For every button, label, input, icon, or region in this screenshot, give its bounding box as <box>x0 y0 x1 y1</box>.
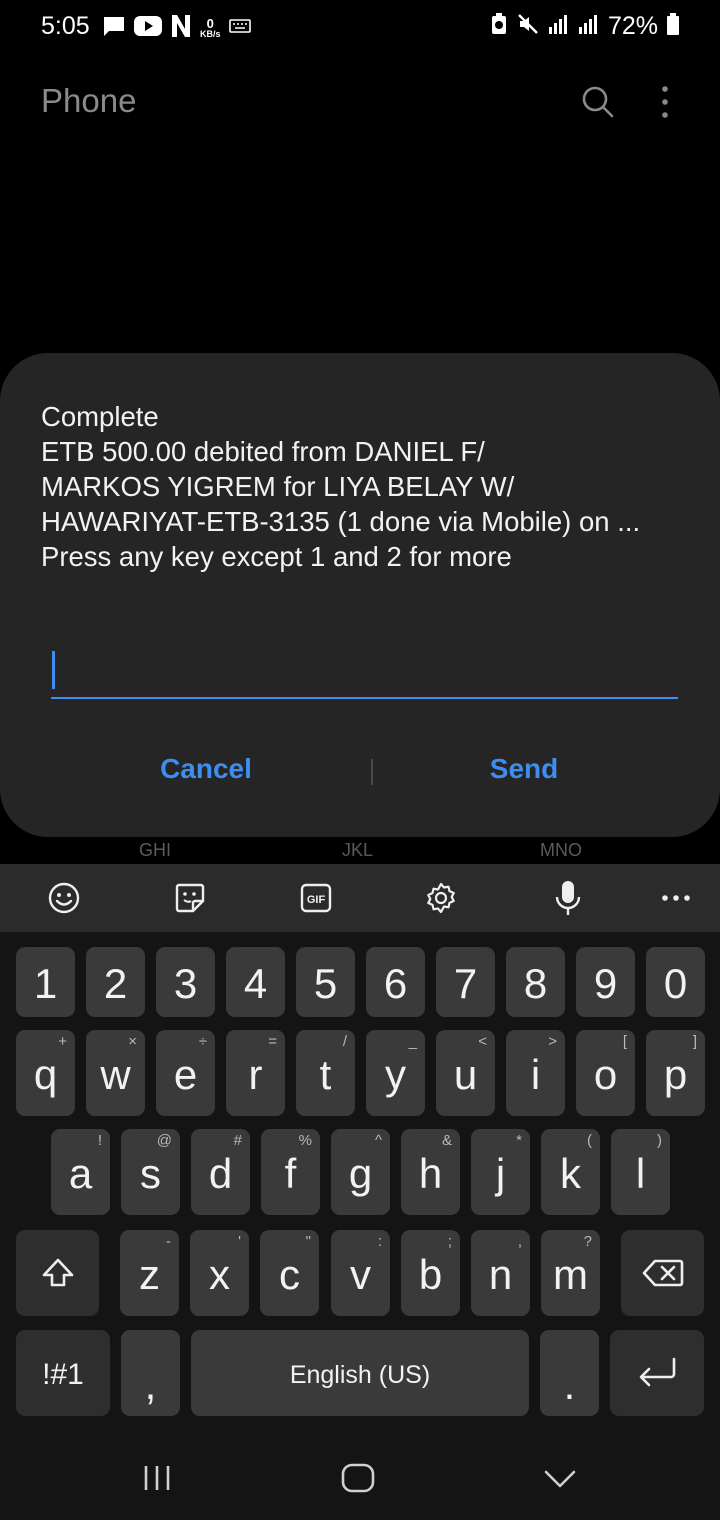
reply-input[interactable] <box>51 643 678 699</box>
status-bar: 5:05 0 KB/s 72% <box>0 0 720 56</box>
key-c[interactable]: " c <box>260 1230 319 1316</box>
key-d[interactable]: # d <box>191 1129 250 1215</box>
network-speed: 0 KB/s <box>200 15 221 39</box>
key-0[interactable]: 0 <box>646 947 705 1017</box>
space-key[interactable]: English (US) <box>191 1330 529 1416</box>
battery-level: 72% <box>607 12 658 40</box>
dialpad-hint-jkl: JKL <box>342 840 374 860</box>
backspace-key[interactable] <box>621 1230 704 1316</box>
symbols-key[interactable]: !#1 <box>16 1330 110 1416</box>
key-7[interactable]: 7 <box>436 947 495 1017</box>
key-y[interactable]: _ y <box>366 1030 425 1116</box>
shift-icon <box>42 1258 73 1287</box>
navigation-bar <box>0 1438 720 1520</box>
key-8[interactable]: 8 <box>506 947 565 1017</box>
status-time: 5:05 <box>41 12 90 40</box>
key-h[interactable]: & h <box>401 1129 460 1215</box>
key-p[interactable]: ] p <box>646 1030 705 1116</box>
netflix-icon <box>170 14 192 43</box>
message-line: HAWARIYAT-ETB-3135 (1 done via Mobile) o… <box>41 506 641 537</box>
key-r[interactable]: = r <box>226 1030 285 1116</box>
key-s[interactable]: @ s <box>121 1129 180 1215</box>
key-j[interactable]: * j <box>471 1129 530 1215</box>
gif-label: GIF <box>307 894 326 906</box>
key-3[interactable]: 3 <box>156 947 215 1017</box>
message-line: MARKOS YIGREM for LIYA BELAY W/ <box>41 471 515 502</box>
key-w[interactable]: × w <box>86 1030 145 1116</box>
youtube-icon <box>134 16 162 41</box>
more-options-icon[interactable] <box>652 84 678 125</box>
message-line: ETB 500.00 debited from DANIEL F/ <box>41 436 485 467</box>
app-title: Phone <box>41 82 137 119</box>
key-n[interactable]: ,n <box>471 1230 530 1316</box>
keyboard-icon <box>228 19 251 38</box>
period-key[interactable]: . <box>540 1330 599 1416</box>
emoji-icon[interactable] <box>44 878 84 918</box>
status-right: 72% <box>490 12 680 41</box>
key-k[interactable]: (k <box>541 1129 600 1215</box>
settings-icon[interactable] <box>421 878 461 918</box>
message-line: Complete <box>41 401 159 432</box>
signal-icon-2 <box>578 13 600 40</box>
key-i[interactable]: > i <box>506 1030 565 1116</box>
keyboard-toolbar: GIF <box>0 864 720 932</box>
key-u[interactable]: < u <box>436 1030 495 1116</box>
home-icon[interactable] <box>340 1462 376 1499</box>
battery-saver-icon <box>490 12 508 41</box>
key-o[interactable]: [o <box>576 1030 635 1116</box>
text-cursor <box>52 651 55 689</box>
ussd-message: Complete ETB 500.00 debited from DANIEL … <box>41 399 691 574</box>
key-9[interactable]: 9 <box>576 947 635 1017</box>
signal-icon <box>548 13 570 40</box>
key-x[interactable]: ' x <box>190 1230 249 1316</box>
notification-icons: 0 KB/s <box>102 14 251 43</box>
keyboard: 1 2 3 4 5 6 7 8 9 0 + q × w ÷ e = r / t _ y < u… <box>0 932 720 1438</box>
mic-icon[interactable] <box>548 878 588 918</box>
backspace-icon <box>642 1259 683 1287</box>
send-button[interactable]: Send <box>374 753 674 785</box>
more-icon[interactable] <box>656 878 696 918</box>
key-1[interactable]: 1 <box>16 947 75 1017</box>
reply-input-wrapper <box>51 643 678 699</box>
hide-keyboard-icon[interactable] <box>542 1462 578 1499</box>
key-m[interactable]: ? m <box>541 1230 600 1316</box>
gif-icon[interactable]: GIF <box>296 878 336 918</box>
message-line: Press any key except 1 and 2 for more <box>41 541 512 572</box>
key-z[interactable]: -z <box>120 1230 179 1316</box>
key-6[interactable]: 6 <box>366 947 425 1017</box>
sticker-icon[interactable] <box>170 878 210 918</box>
key-l[interactable]: ) l <box>611 1129 670 1215</box>
key-2[interactable]: 2 <box>86 947 145 1017</box>
enter-icon <box>639 1357 676 1387</box>
key-5[interactable]: 5 <box>296 947 355 1017</box>
battery-icon <box>666 12 680 41</box>
key-a[interactable]: ! a <box>51 1129 110 1215</box>
key-f[interactable]: % f <box>261 1129 320 1215</box>
key-g[interactable]: ^ g <box>331 1129 390 1215</box>
key-v[interactable]: :v <box>331 1230 390 1316</box>
comma-key[interactable]: , <box>121 1330 180 1416</box>
message-icon <box>102 15 126 42</box>
key-b[interactable]: ; b <box>401 1230 460 1316</box>
button-divider <box>371 759 373 785</box>
key-4[interactable]: 4 <box>226 947 285 1017</box>
mute-icon <box>516 12 540 41</box>
ussd-dialog: Complete ETB 500.00 debited from DANIEL … <box>0 353 720 837</box>
key-t[interactable]: / t <box>296 1030 355 1116</box>
cancel-button[interactable]: Cancel <box>56 753 356 785</box>
enter-key[interactable] <box>610 1330 704 1416</box>
key-q[interactable]: + q <box>16 1030 75 1116</box>
search-icon[interactable] <box>580 84 616 125</box>
shift-key[interactable] <box>16 1230 99 1316</box>
recents-icon[interactable] <box>142 1462 172 1499</box>
dialpad-hint-mno: MNO <box>540 840 582 860</box>
key-e[interactable]: ÷ e <box>156 1030 215 1116</box>
dialpad-hint-ghi: GHI <box>139 840 172 860</box>
